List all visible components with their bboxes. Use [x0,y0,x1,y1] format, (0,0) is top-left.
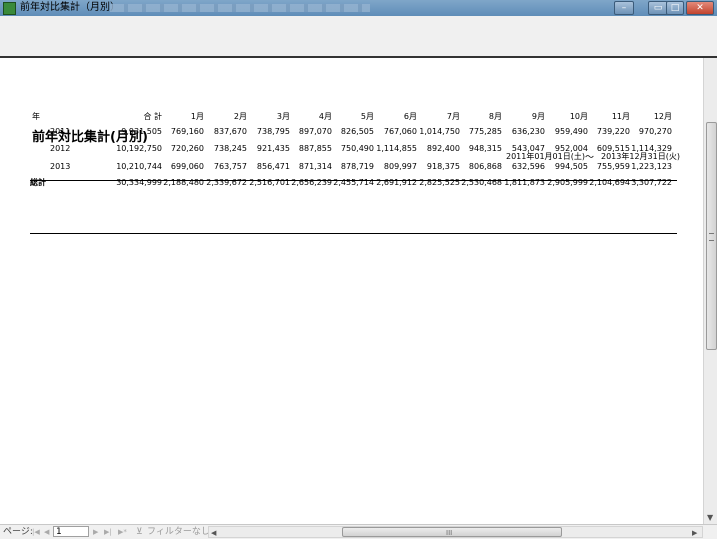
table-cell: 543,047 [511,144,545,153]
table-cell: 720,260 [170,144,204,153]
table-cell: 959,490 [554,127,588,136]
column-header: 10月 [569,112,588,121]
window-title: 前年対比集計（月別） [20,2,120,13]
table-cell: 1,114,855 [376,144,417,153]
column-header: 5月 [360,112,374,121]
table-cell: 918,375 [426,162,460,171]
scroll-down-arrow-icon[interactable]: ▼ [707,513,713,522]
column-header: 7月 [446,112,460,121]
table-cell: 609,515 [596,144,630,153]
access-report-icon [3,2,16,15]
restore-button[interactable]: ▭ [648,1,668,15]
minimize-button[interactable]: – [614,1,634,15]
table-cell: 856,471 [256,162,290,171]
table-cell: 10,192,750 [116,144,162,153]
grip-icon: III [446,529,453,537]
next-page-button[interactable]: ▶ [93,526,98,538]
horizontal-scroll-thumb[interactable]: III [342,527,562,537]
table-cell: 826,505 [340,127,374,136]
vertical-scroll-thumb[interactable] [706,122,717,350]
table-cell: 10,210,744 [116,162,162,171]
table-cell: 837,670 [213,127,247,136]
column-header: 8月 [488,112,502,121]
table-cell: 699,060 [170,162,204,171]
grip-icon [709,233,714,241]
column-header: 6月 [403,112,417,121]
table-cell: 887,855 [298,144,332,153]
table-cell: 767,060 [383,127,417,136]
table-cell: 9,931,505 [121,127,162,136]
column-header: 2月 [233,112,247,121]
page-label: ページ: [3,527,33,537]
new-record-button[interactable]: ▶* [118,526,127,538]
column-header: 12月 [653,112,672,121]
column-header: 9月 [531,112,545,121]
table-cell: 878,719 [340,162,374,171]
status-bar: ページ: |◀ ◀ 1 ▶ ▶| ▶* ⊻ フィルターなし ◀ III ▶ [0,524,717,539]
table-cell: 632,596 [511,162,545,171]
column-header: 1月 [190,112,204,121]
first-page-button[interactable]: |◀ [32,526,40,538]
column-header: 3月 [276,112,290,121]
table-cell: 769,160 [170,127,204,136]
table-cell: 763,757 [213,162,247,171]
table-cell: 806,868 [468,162,502,171]
column-header: 11月 [611,112,630,121]
table-cell: 897,070 [298,127,332,136]
table-cell: 1,014,750 [419,127,460,136]
header-rule [30,180,677,181]
report-page: 前年対比集計(月別) 2011年01月01日(土) ～ 2013年12月31日(… [0,58,703,524]
column-header: 合 計 [143,112,162,121]
table-cell: 755,959 [596,162,630,171]
table-cell: 952,004 [554,144,588,153]
horizontal-scrollbar[interactable]: ◀ III ▶ [208,526,703,538]
table-cell: 636,230 [511,127,545,136]
table-cell: 892,400 [426,144,460,153]
table-cell: 739,220 [596,127,630,136]
table-cell: 750,490 [340,144,374,153]
table-cell: 948,315 [468,144,502,153]
scroll-left-arrow-icon[interactable]: ◀ [211,527,216,539]
row-year: 2012 [50,144,71,153]
row-year: 2011 [50,127,71,136]
toolbar-area [0,16,717,58]
blurred-title-area [110,4,370,12]
table-cell: 871,314 [298,162,332,171]
column-header: 4月 [318,112,332,121]
table-cell: 1,114,329 [631,144,672,153]
table-cell: 775,285 [468,127,502,136]
vertical-scrollbar[interactable]: ▼ [703,58,717,524]
table-cell: 809,997 [383,162,417,171]
funnel-icon: ⊻ [136,527,143,537]
filter-status[interactable]: フィルターなし [147,526,210,538]
table-cell: 994,505 [554,162,588,171]
table-cell: 1,223,123 [631,162,672,171]
row-year: 2013 [50,162,71,171]
last-page-button[interactable]: ▶| [104,526,112,538]
title-bar: 前年対比集計（月別） – ▭ □ ✕ [0,0,717,16]
table-cell: 738,795 [256,127,290,136]
page-number-input[interactable]: 1 [53,526,89,537]
column-header-year: 年 [32,112,40,121]
prev-page-button[interactable]: ◀ [44,526,49,538]
table-cell: 738,245 [213,144,247,153]
close-button[interactable]: ✕ [686,1,714,15]
total-rule [30,233,677,234]
table-cell: 970,270 [638,127,672,136]
scroll-right-arrow-icon[interactable]: ▶ [692,527,697,539]
maximize-button[interactable]: □ [666,1,684,15]
table-cell: 921,435 [256,144,290,153]
